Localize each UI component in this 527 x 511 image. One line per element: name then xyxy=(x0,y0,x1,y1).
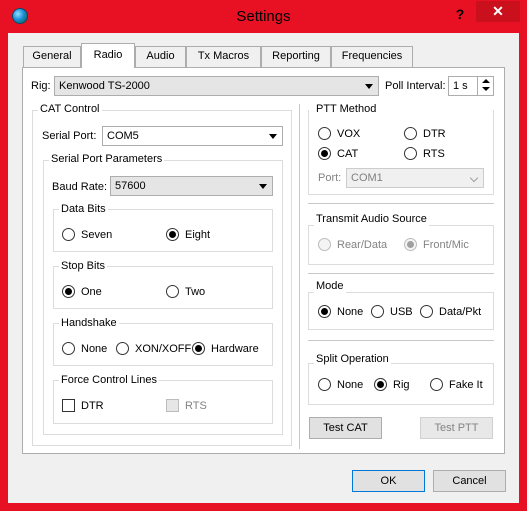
ptt-vox-radio[interactable] xyxy=(318,127,331,140)
split-rig-radio[interactable] xyxy=(374,378,387,391)
handshake-xonxoff-label: XON/XOFF xyxy=(135,343,192,355)
force-control-lines-title: Force Control Lines xyxy=(59,374,159,387)
data-bits-seven-radio[interactable] xyxy=(62,228,75,241)
spin-up-icon xyxy=(482,79,490,83)
baud-rate-label: Baud Rate: xyxy=(52,181,108,193)
data-bits-eight-radio[interactable] xyxy=(166,228,179,241)
cancel-button[interactable]: Cancel xyxy=(433,470,506,492)
force-rts-label: RTS xyxy=(185,400,207,412)
split-operation-title: Split Operation xyxy=(314,353,391,366)
stop-bits-title: Stop Bits xyxy=(59,260,108,273)
handshake-none-label: None xyxy=(81,343,108,355)
ptt-cat-radio[interactable] xyxy=(318,147,331,160)
baud-rate-select[interactable]: 57600 xyxy=(110,176,273,196)
rig-label: Rig: xyxy=(31,80,51,92)
stop-bits-two-label: Two xyxy=(185,286,206,298)
handshake-none-radio[interactable] xyxy=(62,342,75,355)
data-bits-eight-label: Eight xyxy=(185,229,211,241)
stop-bits-one-label: One xyxy=(81,286,102,298)
tx-audio-front-mic-radio[interactable] xyxy=(404,238,417,251)
force-dtr-label: DTR xyxy=(81,400,104,412)
ok-button[interactable]: OK xyxy=(352,470,425,492)
mode-usb-radio[interactable] xyxy=(371,305,384,318)
handshake-xonxoff-radio[interactable] xyxy=(116,342,129,355)
cat-control-title: CAT Control xyxy=(38,103,102,116)
poll-interval-spinbox[interactable]: 1 s xyxy=(448,76,494,96)
separator-line xyxy=(308,340,494,341)
mode-usb-label: USB xyxy=(390,306,413,318)
force-dtr-checkbox[interactable] xyxy=(62,399,75,412)
chevron-down-icon xyxy=(471,175,478,179)
serial-port-parameters-title: Serial Port Parameters xyxy=(49,153,165,166)
chevron-down-icon xyxy=(365,84,373,89)
chevron-down-icon xyxy=(259,184,267,189)
ptt-port-select[interactable]: COM1 xyxy=(346,168,484,188)
transmit-audio-source-title: Transmit Audio Source xyxy=(314,213,429,226)
force-rts-checkbox[interactable] xyxy=(166,399,179,412)
rig-select[interactable]: Kenwood TS-2000 xyxy=(54,76,379,96)
test-ptt-button[interactable]: Test PTT xyxy=(420,417,493,439)
tx-audio-front-mic-label: Front/Mic xyxy=(423,239,469,251)
ptt-dtr-radio[interactable] xyxy=(404,127,417,140)
test-cat-button[interactable]: Test CAT xyxy=(309,417,382,439)
mode-none-label: None xyxy=(337,306,364,318)
tx-audio-rear-data-radio[interactable] xyxy=(318,238,331,251)
ptt-rts-label: RTS xyxy=(423,148,445,160)
chevron-down-icon xyxy=(269,134,277,139)
serial-port-select[interactable]: COM5 xyxy=(102,126,283,146)
split-none-radio[interactable] xyxy=(318,378,331,391)
ptt-cat-label: CAT xyxy=(337,148,359,160)
spin-down-icon xyxy=(482,87,490,91)
data-bits-seven-label: Seven xyxy=(81,229,113,241)
separator-line xyxy=(308,203,494,204)
split-none-label: None xyxy=(337,379,364,391)
stop-bits-one-radio[interactable] xyxy=(62,285,75,298)
split-rig-label: Rig xyxy=(393,379,410,391)
column-separator xyxy=(299,104,300,449)
poll-interval-label: Poll Interval: xyxy=(385,80,446,92)
spin-buttons[interactable] xyxy=(477,76,493,96)
mode-data-pkt-label: Data/Pkt xyxy=(439,306,482,318)
ptt-port-label: Port: xyxy=(318,172,342,184)
handshake-hardware-label: Hardware xyxy=(211,343,259,355)
mode-data-pkt-radio[interactable] xyxy=(420,305,433,318)
baud-rate-value: 57600 xyxy=(115,180,146,192)
handshake-hardware-radio[interactable] xyxy=(192,342,205,355)
serial-port-label: Serial Port: xyxy=(42,130,97,142)
mode-title: Mode xyxy=(314,280,346,293)
ptt-rts-radio[interactable] xyxy=(404,147,417,160)
rig-value: Kenwood TS-2000 xyxy=(59,80,150,92)
poll-interval-value: 1 s xyxy=(453,80,468,92)
serial-port-value: COM5 xyxy=(107,130,139,142)
tx-audio-rear-data-label: Rear/Data xyxy=(337,239,388,251)
stop-bits-two-radio[interactable] xyxy=(166,285,179,298)
separator-line xyxy=(308,273,494,274)
split-fake-it-radio[interactable] xyxy=(430,378,443,391)
handshake-title: Handshake xyxy=(59,317,119,330)
ptt-port-value: COM1 xyxy=(351,172,383,184)
data-bits-title: Data Bits xyxy=(59,203,108,216)
mode-none-radio[interactable] xyxy=(318,305,331,318)
ptt-dtr-label: DTR xyxy=(423,128,446,140)
split-fake-it-label: Fake It xyxy=(449,379,483,391)
ptt-vox-label: VOX xyxy=(337,128,361,140)
